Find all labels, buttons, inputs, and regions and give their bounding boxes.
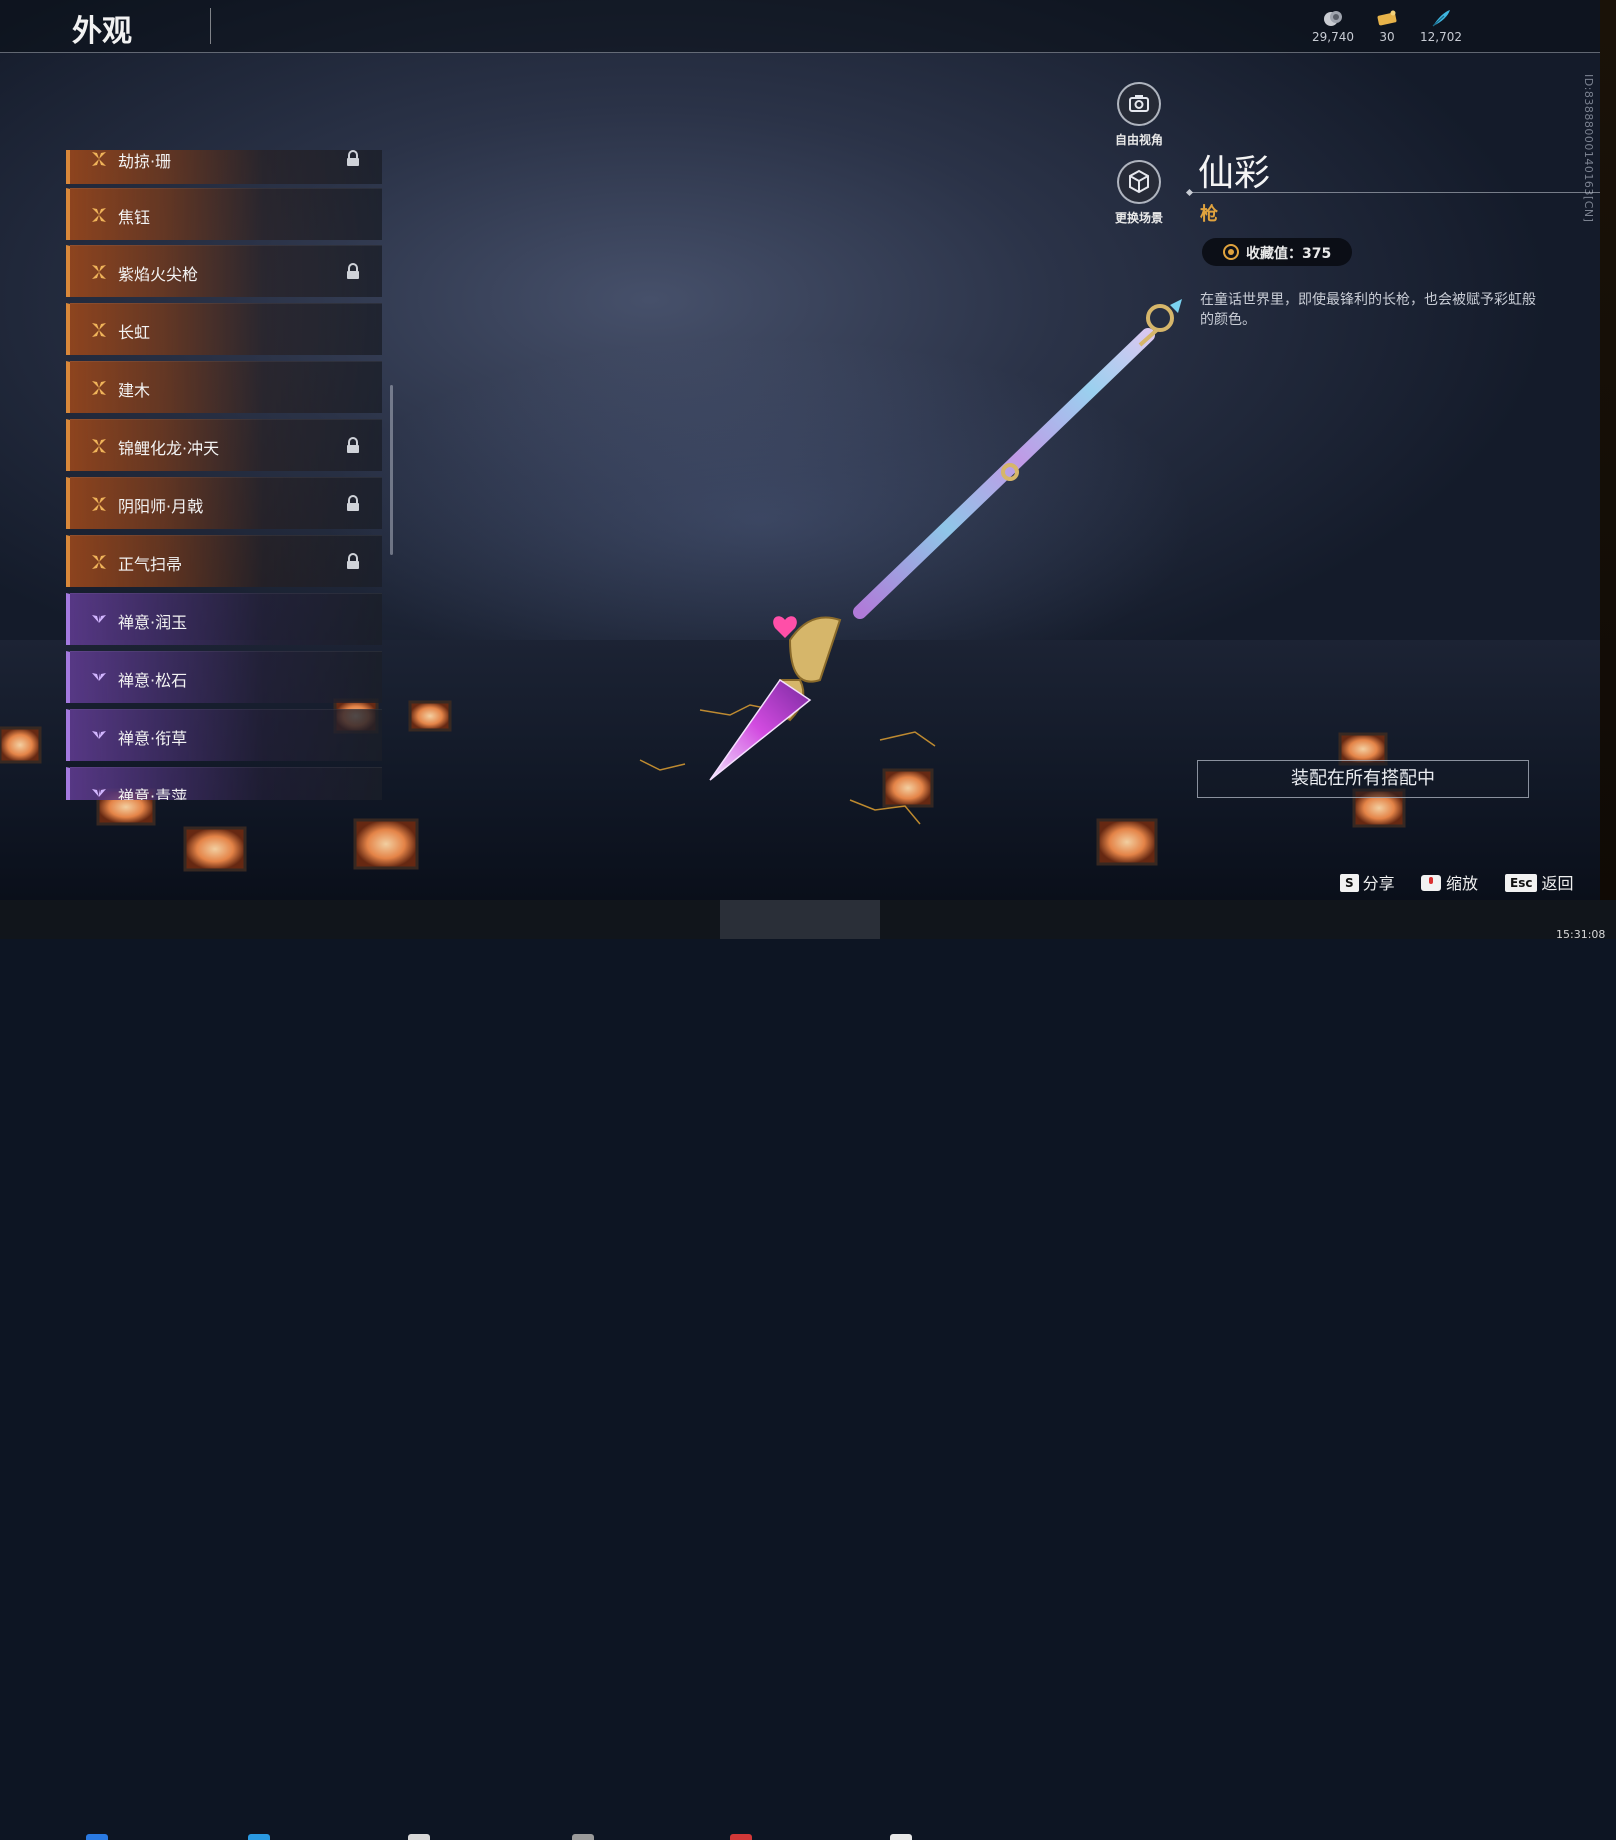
list-item[interactable]: 紫焰火尖枪 [66,245,382,297]
list-item-label: 建木 [118,381,151,400]
equip-all-button[interactable]: 装配在所有搭配中 [1197,760,1529,798]
window-edge-background [1600,0,1616,939]
app-icon[interactable] [890,1834,912,1840]
rarity-petal-icon [92,673,106,681]
mouse-wheel-icon [1421,875,1441,891]
item-description: 在童话世界里，即使最锋利的长枪，也会被赋予彩虹般的颜色。 [1200,292,1536,328]
item-type: 枪 [1200,204,1218,225]
lock-icon [347,150,359,166]
collection-value-text: 收藏值：375 [1246,246,1332,262]
name-divider [1190,192,1600,193]
list-item-label: 阴阳师·月戟 [118,497,204,516]
list-item-label: 紫焰火尖枪 [118,265,199,284]
back-hint[interactable]: Esc 返回 [1505,870,1573,894]
rarity-star-icon [92,265,106,279]
coin-icon [1324,11,1342,26]
share-hint[interactable]: S 分享 [1340,870,1395,894]
rarity-star-icon [92,497,106,511]
ticket-icon [1377,10,1397,26]
taskbar-clock: 15:31:08 [1556,928,1606,941]
app-icon[interactable] [408,1834,430,1840]
zoom-label: 缩放 [1446,874,1479,893]
player-id: ID:83888000140163[CN] [1582,74,1595,223]
list-item[interactable]: 劫掠·珊 [66,150,382,184]
esc-key: Esc [1505,874,1538,892]
list-item-label: 正气扫帚 [118,555,183,574]
rarity-star-icon [92,439,106,453]
free-view-button[interactable]: 自由视角 [1099,82,1179,148]
change-scene-button[interactable]: 更换场景 [1099,160,1179,226]
free-view-label: 自由视角 [1114,133,1163,147]
rarity-petal-icon [92,615,106,623]
app-icon[interactable] [86,1834,108,1840]
currency-ticket: 30 [1357,8,1417,44]
rarity-petal-icon [92,731,106,739]
lock-icon [347,263,359,279]
list-item[interactable]: 建木 [66,361,382,413]
list-item[interactable]: 禅意·青萍 [66,767,382,800]
list-item-label: 劫掠·珊 [118,152,172,171]
ticket-amount: 30 [1379,30,1395,44]
lock-icon [347,495,359,511]
list-item[interactable]: 锦鲤化龙·冲天 [66,419,382,471]
rarity-star-icon [92,323,106,337]
cube-icon [1117,160,1161,204]
rarity-star-icon [92,208,106,222]
zoom-hint[interactable]: 缩放 [1420,870,1478,894]
list-item-label: 禅意·润玉 [118,613,188,632]
currency-feather: 12,702 [1411,8,1471,44]
title-divider [210,8,211,44]
list-item-label: 长虹 [118,323,151,342]
list-item[interactable]: 禅意·衔草 [66,709,382,761]
rarity-star-icon [92,152,106,166]
active-task[interactable] [720,900,880,939]
app-icon[interactable] [572,1834,594,1840]
top-bar: 外观 29,740 30 12,702 [0,0,1600,53]
list-item[interactable]: 阴阳师·月戟 [66,477,382,529]
currency-coin: 29,740 [1303,8,1363,44]
skin-list[interactable]: 劫掠·珊 焦钰 紫焰火尖枪 长虹 建木 锦鲤化龙·冲天 阴阳师·月戟 正气扫帚 … [66,150,382,800]
list-item-label: 焦钰 [118,208,151,227]
list-item[interactable]: 禅意·松石 [66,651,382,703]
list-scrollbar[interactable] [390,385,393,555]
list-item[interactable]: 长虹 [66,303,382,355]
camera-icon [1117,82,1161,126]
rarity-petal-icon [92,789,106,797]
list-item-label: 禅意·衔草 [118,729,188,748]
rarity-star-icon [92,381,106,395]
collection-icon [1223,244,1239,260]
list-item[interactable]: 焦钰 [66,188,382,240]
list-item-label: 禅意·青萍 [118,787,188,800]
item-name: 仙彩 [1198,153,1271,194]
coin-amount: 29,740 [1312,30,1354,44]
app-icon[interactable] [248,1834,270,1840]
feather-icon [1432,10,1450,27]
feather-amount: 12,702 [1420,30,1462,44]
share-label: 分享 [1362,874,1395,893]
list-item[interactable]: 禅意·润玉 [66,593,382,645]
list-item-label: 锦鲤化龙·冲天 [118,439,220,458]
collection-value-badge: 收藏值：375 [1202,238,1352,266]
share-key: S [1340,874,1359,892]
lock-icon [347,553,359,569]
list-item[interactable]: 正气扫帚 [66,535,382,587]
os-taskbar [0,900,1616,1840]
page-title: 外观 [72,14,132,49]
app-icon[interactable] [730,1834,752,1840]
change-scene-label: 更换场景 [1114,211,1163,225]
list-item-label: 禅意·松石 [118,671,188,690]
rarity-star-icon [92,555,106,569]
back-label: 返回 [1541,874,1574,893]
lock-icon [347,437,359,453]
